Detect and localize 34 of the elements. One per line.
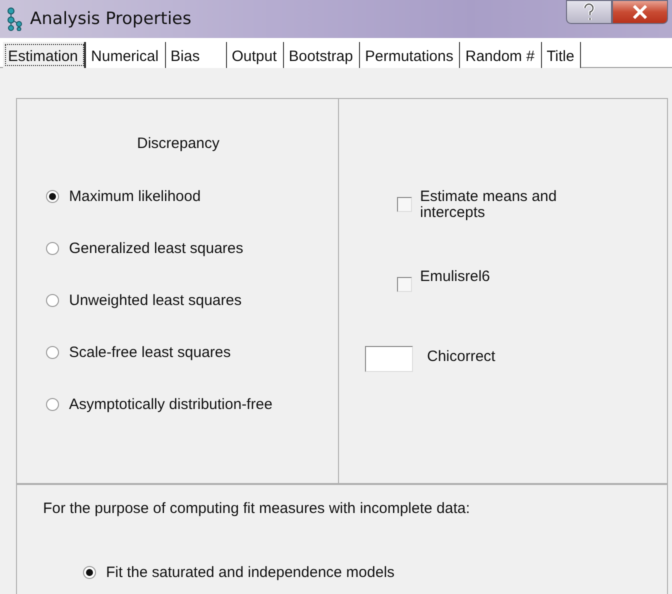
radio-label: Maximum likelihood bbox=[69, 188, 201, 205]
tab[interactable]: Permutations bbox=[360, 42, 460, 68]
radio-label: Unweighted least squares bbox=[69, 292, 242, 309]
checkbox-label: Estimate means and intercepts bbox=[420, 189, 558, 221]
radio-label: Generalized least squares bbox=[69, 240, 244, 257]
group-heading: For the purpose of computing fit measures with incomplete data: bbox=[43, 500, 471, 517]
close-button[interactable] bbox=[612, 0, 668, 24]
radio-button[interactable] bbox=[46, 190, 59, 203]
radio-button[interactable] bbox=[46, 294, 59, 307]
help-icon bbox=[582, 3, 596, 21]
field-label: Chicorrect bbox=[427, 348, 496, 364]
tab[interactable]: Bootstrap bbox=[284, 42, 360, 68]
radio-button[interactable] bbox=[46, 346, 59, 359]
help-button[interactable] bbox=[566, 0, 612, 24]
radio-button[interactable] bbox=[83, 566, 96, 579]
radio-label: Scale-free least squares bbox=[69, 344, 231, 361]
tab[interactable]: Title bbox=[542, 42, 582, 68]
radio-label: Asymptotically distribution-free bbox=[69, 396, 272, 413]
checkbox-label: Emulisrel6 bbox=[420, 269, 492, 285]
app-icon bbox=[6, 7, 24, 31]
radio-button[interactable] bbox=[46, 242, 59, 255]
radio-label: Fit the saturated and independence models bbox=[106, 564, 395, 581]
checkbox[interactable] bbox=[397, 197, 412, 212]
input-field[interactable] bbox=[365, 346, 413, 372]
close-icon bbox=[632, 5, 648, 19]
tab[interactable]: Estimation bbox=[3, 42, 86, 68]
tab[interactable]: Bias bbox=[166, 42, 227, 68]
tab[interactable]: Random # bbox=[460, 42, 542, 68]
window-title: Analysis Properties bbox=[30, 9, 192, 29]
tab[interactable]: Output bbox=[226, 42, 284, 68]
group-heading: Discrepancy bbox=[137, 135, 221, 152]
tab[interactable]: Numerical bbox=[86, 42, 166, 68]
checkbox[interactable] bbox=[397, 277, 412, 292]
radio-button[interactable] bbox=[46, 398, 59, 411]
